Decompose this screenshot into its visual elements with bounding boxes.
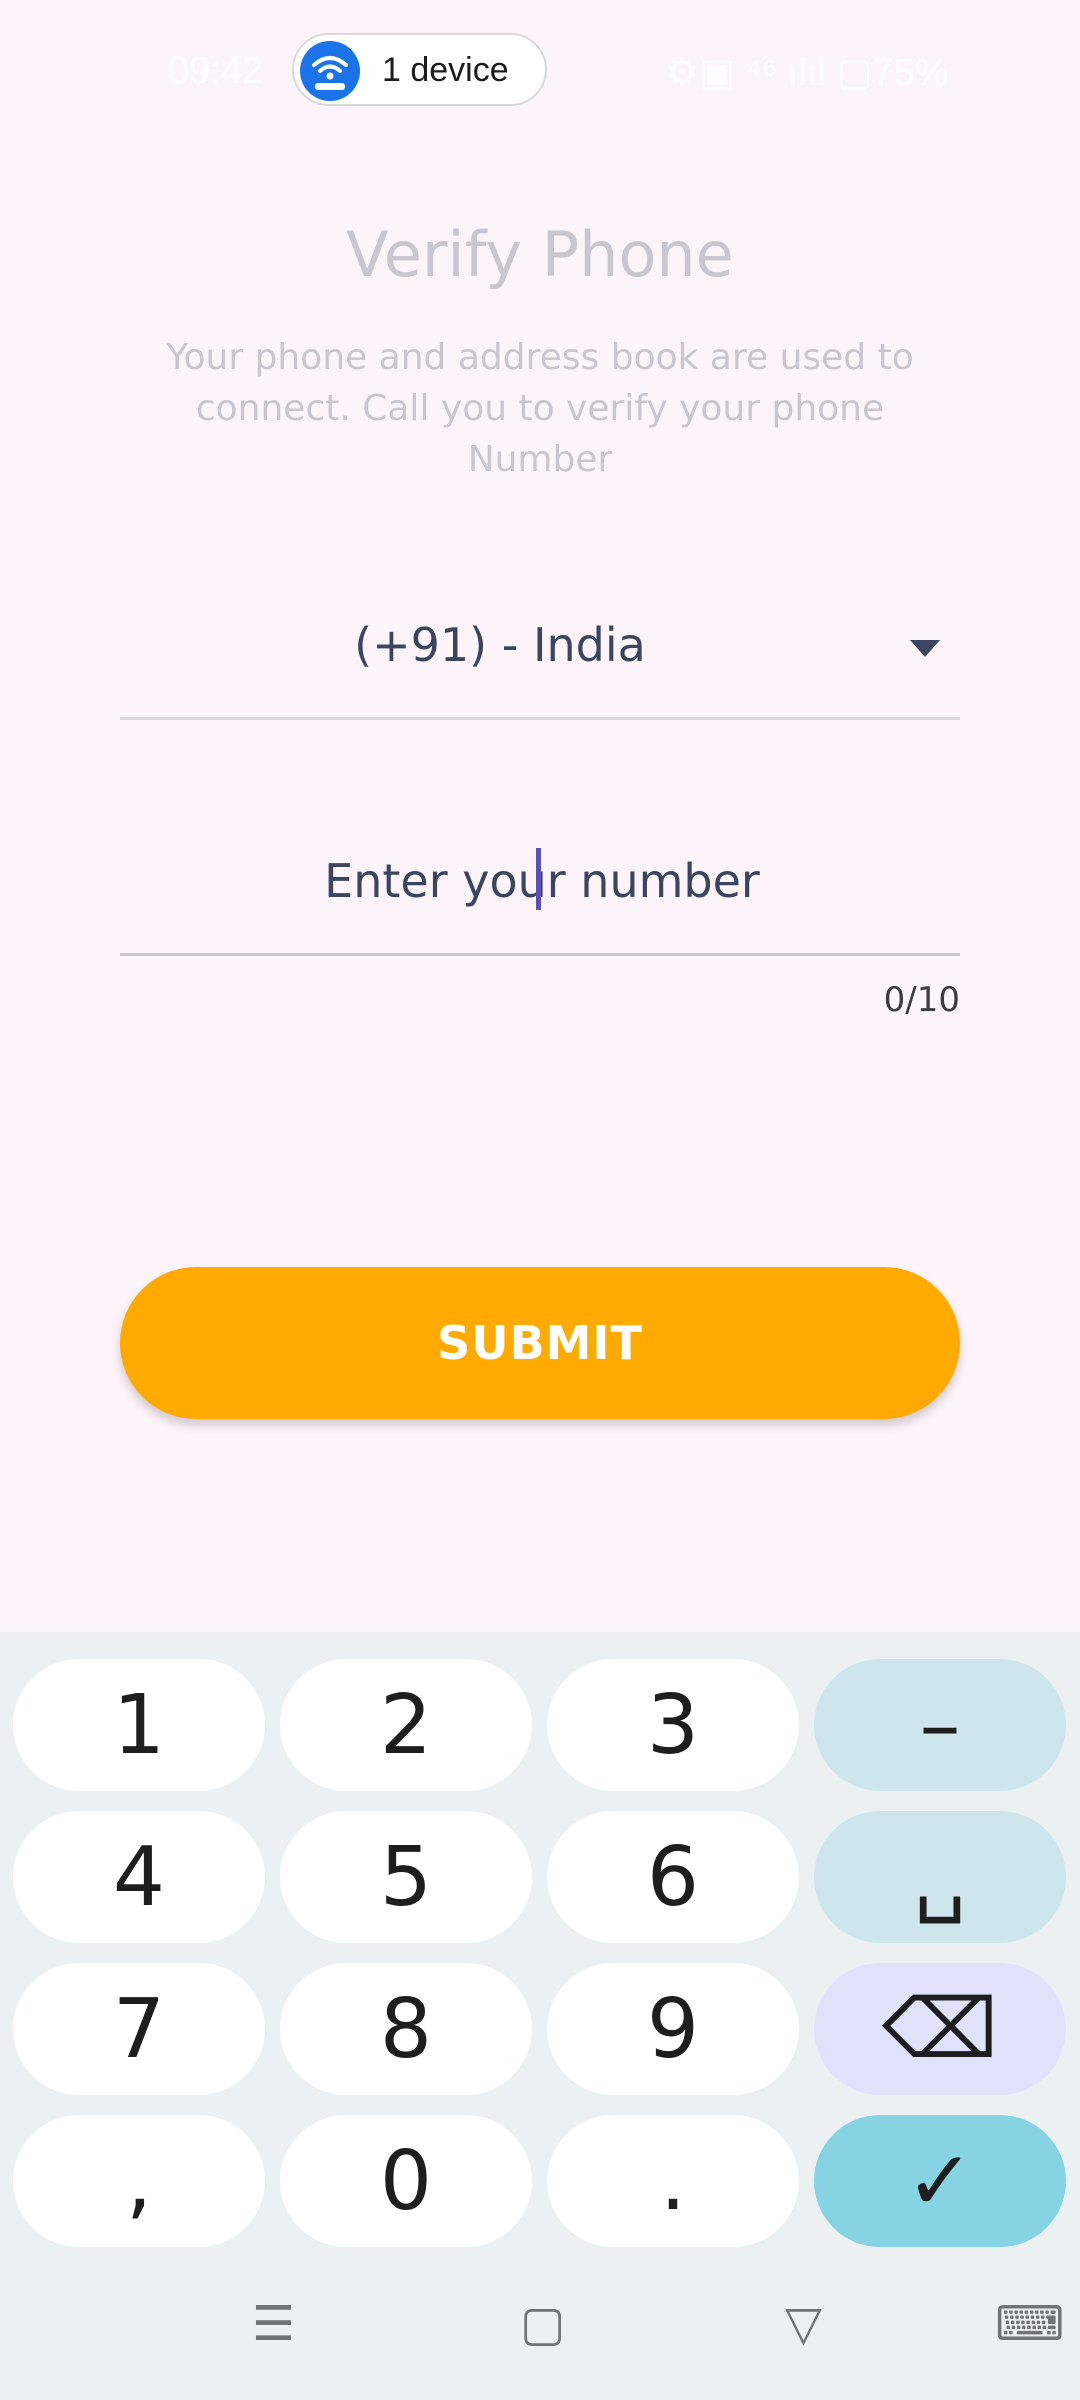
key-5[interactable]: 5 (280, 1811, 532, 1943)
key-period[interactable]: . (547, 2115, 799, 2247)
status-indicators: ⚙▣ ⁴⁶ ılıl ▢75% (665, 52, 949, 94)
key-9[interactable]: 9 (547, 1963, 799, 2095)
page-title: Verify Phone (346, 218, 734, 291)
submit-button[interactable]: SUBMIT (120, 1267, 960, 1419)
country-select-value: (+91) - India (354, 618, 646, 672)
back-icon[interactable]: ▽ (785, 2296, 822, 2352)
key-6[interactable]: 6 (547, 1811, 799, 1943)
status-bar: 09:42 1 device ⚙▣ ⁴⁶ ılıl ▢75% (0, 0, 1080, 140)
chevron-down-icon (910, 640, 940, 657)
page-subtitle: Your phone and address book are used to … (166, 337, 914, 480)
home-icon[interactable]: ▢ (520, 2296, 565, 2352)
key-comma[interactable]: , (13, 2115, 265, 2247)
key-8[interactable]: 8 (280, 1963, 532, 2095)
status-time: 09:42 (168, 50, 264, 92)
key-7[interactable]: 7 (13, 1963, 265, 2095)
key-4[interactable]: 4 (13, 1811, 265, 1943)
key-1[interactable]: 1 (13, 1659, 265, 1791)
country-select[interactable]: (+91) - India (120, 590, 960, 720)
key-space[interactable]: ␣ (814, 1811, 1066, 1943)
key-0[interactable]: 0 (280, 2115, 532, 2247)
text-cursor (536, 848, 541, 910)
keyboard-icon[interactable]: ⌨ (995, 2296, 1064, 2352)
menu-icon[interactable]: ☰ (252, 2296, 295, 2352)
key-3[interactable]: 3 (547, 1659, 799, 1791)
backspace-key[interactable]: ⌫ (814, 1963, 1066, 2095)
device-count-label: 1 device (382, 51, 509, 89)
phone-number-input[interactable] (120, 840, 964, 922)
system-nav-bar: ☰ ▢ ▽ ⌨ (0, 2276, 1080, 2400)
key-minus[interactable]: – (814, 1659, 1066, 1791)
connected-device-pill[interactable]: 1 device (292, 33, 547, 106)
wifi-router-icon (300, 41, 360, 101)
key-2[interactable]: 2 (280, 1659, 532, 1791)
phone-field[interactable] (120, 820, 964, 956)
done-key[interactable]: ✓ (814, 2115, 1066, 2247)
character-counter: 0/10 (883, 980, 960, 1020)
